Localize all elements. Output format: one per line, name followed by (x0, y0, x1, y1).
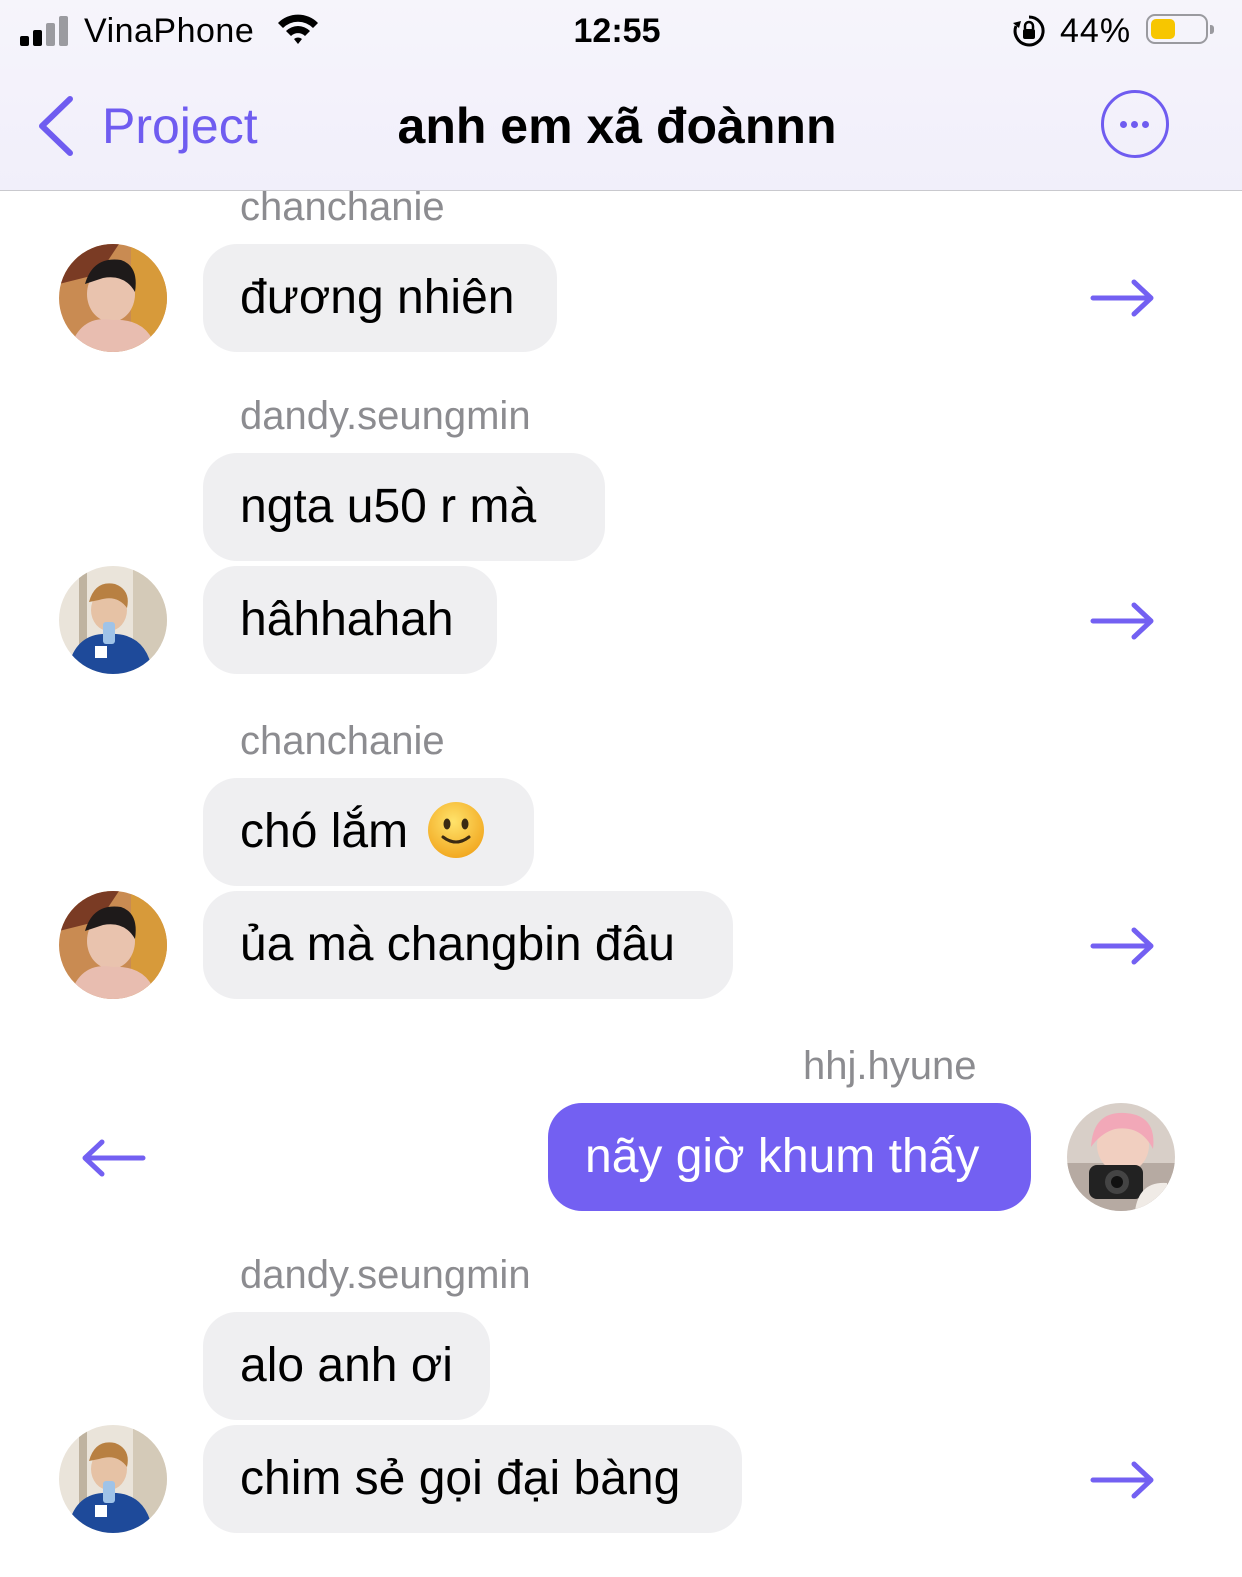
sender-name: chanchanie (240, 719, 445, 763)
chat-title: anh em xã đoànnn (397, 98, 837, 154)
sender-name: dandy.seungmin (240, 394, 531, 438)
battery-percent: 44% (1060, 12, 1132, 50)
message-bubble[interactable]: đương nhiên (203, 244, 557, 352)
avatar[interactable] (59, 566, 167, 674)
arrow-right-icon[interactable] (1090, 601, 1156, 641)
message-bubble[interactable]: chim sẻ gọi đại bàng (203, 1425, 742, 1533)
top-bar: VinaPhone 12:55 44% Project anh em xã đo… (0, 0, 1242, 191)
status-bar: VinaPhone 12:55 44% (0, 0, 1242, 64)
slightly-smiling-face-icon (428, 802, 485, 859)
message-bubble[interactable]: hâhhahah (203, 566, 497, 674)
avatar[interactable] (59, 891, 167, 999)
sender-name: chanchanie (240, 185, 445, 229)
sender-name: dandy.seungmin (240, 1253, 531, 1297)
message-bubble[interactable]: chó lắm (203, 778, 534, 886)
sender-name: hhj.hyune (803, 1044, 977, 1088)
avatar[interactable] (59, 1425, 167, 1533)
message-bubble-outgoing[interactable]: nãy giờ khum thấy (548, 1103, 1031, 1211)
arrow-right-icon[interactable] (1090, 278, 1156, 318)
arrow-right-icon[interactable] (1090, 926, 1156, 966)
message-bubble[interactable]: alo anh ơi (203, 1312, 490, 1420)
avatar[interactable] (59, 244, 167, 352)
message-bubble[interactable]: ngta u50 r mà (203, 453, 605, 561)
battery-icon (1146, 14, 1214, 44)
clock: 12:55 (573, 12, 661, 50)
chat-header: Project anh em xã đoànnn (0, 64, 1242, 190)
message-bubble[interactable]: ủa mà changbin đâu (203, 891, 733, 999)
rotation-lock-icon (1013, 15, 1045, 47)
message-text: chó lắm (240, 805, 409, 858)
avatar[interactable] (1067, 1103, 1175, 1211)
arrow-left-icon[interactable] (80, 1138, 146, 1178)
arrow-right-icon[interactable] (1090, 1460, 1156, 1500)
more-options-button[interactable] (1101, 90, 1169, 158)
